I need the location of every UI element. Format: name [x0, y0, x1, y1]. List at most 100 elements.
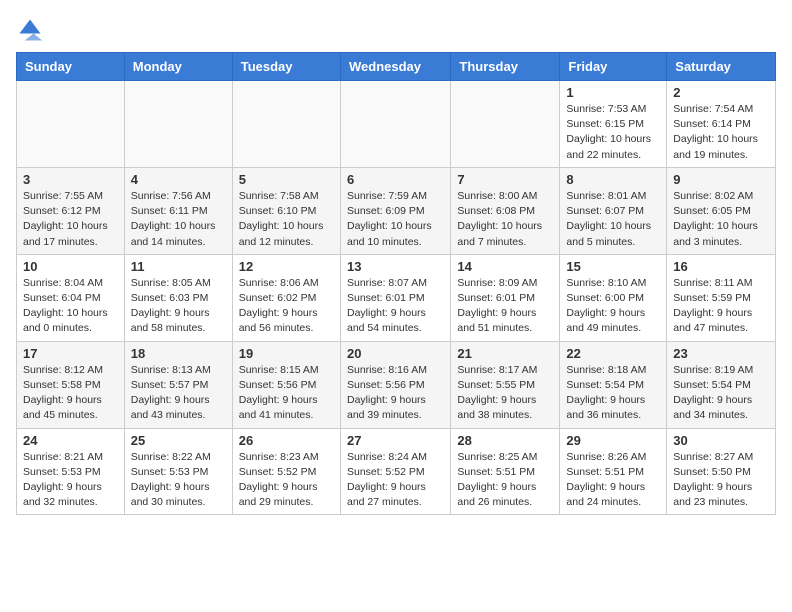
- logo-icon: [16, 16, 44, 44]
- day-number: 30: [673, 433, 769, 448]
- day-info: Sunrise: 7:54 AM Sunset: 6:14 PM Dayligh…: [673, 102, 769, 163]
- calendar-cell: 9 Sunrise: 8:02 AM Sunset: 6:05 PM Daylig…: [667, 167, 776, 254]
- day-number: 22: [566, 346, 660, 361]
- day-number: 23: [673, 346, 769, 361]
- calendar-cell: 18Sunrise: 8:13 AM Sunset: 5:57 PM Dayli…: [124, 341, 232, 428]
- day-number: 3: [23, 172, 118, 187]
- weekday-header-thursday: Thursday: [451, 53, 560, 81]
- day-number: 16: [673, 259, 769, 274]
- logo: [16, 16, 48, 44]
- day-number: 18: [131, 346, 226, 361]
- calendar-week-row: 17 Sunrise: 8:12 AM Sunset: 5:58 PM Dayli…: [17, 341, 776, 428]
- calendar-cell: 20 Sunrise: 8:16 AM Sunset: 5:56 PM Dayli…: [340, 341, 450, 428]
- calendar-cell: 23 Sunrise: 8:19 AM Sunset: 5:54 PM Dayli…: [667, 341, 776, 428]
- day-info: Sunrise: 8:18 AM Sunset: 5:54 PM Dayligh…: [566, 363, 660, 424]
- day-info: Sunrise: 8:15 AM Sunset: 5:56 PM Dayligh…: [239, 363, 334, 424]
- day-info: Sunrise: 8:22 AM Sunset: 5:53 PM Dayligh…: [131, 450, 226, 511]
- day-number: 19: [239, 346, 334, 361]
- weekday-header-monday: Monday: [124, 53, 232, 81]
- day-number: 25: [131, 433, 226, 448]
- day-info: Sunrise: 8:12 AM Sunset: 5:58 PM Dayligh…: [23, 363, 118, 424]
- calendar-cell: 1 Sunrise: 7:53 AM Sunset: 6:15 PM Daylig…: [560, 81, 667, 168]
- day-info: Sunrise: 8:01 AM Sunset: 6:07 PM Dayligh…: [566, 189, 660, 250]
- day-info: Sunrise: 7:53 AM Sunset: 6:15 PM Dayligh…: [566, 102, 660, 163]
- day-info: Sunrise: 8:21 AM Sunset: 5:53 PM Dayligh…: [23, 450, 118, 511]
- day-info: Sunrise: 8:17 AM Sunset: 5:55 PM Dayligh…: [457, 363, 553, 424]
- weekday-header-row: SundayMondayTuesdayWednesdayThursdayFrid…: [17, 53, 776, 81]
- calendar-cell: 12Sunrise: 8:06 AM Sunset: 6:02 PM Dayli…: [232, 254, 340, 341]
- day-info: Sunrise: 7:58 AM Sunset: 6:10 PM Dayligh…: [239, 189, 334, 250]
- day-info: Sunrise: 8:23 AM Sunset: 5:52 PM Dayligh…: [239, 450, 334, 511]
- calendar-cell: 19 Sunrise: 8:15 AM Sunset: 5:56 PM Dayli…: [232, 341, 340, 428]
- calendar-cell: 15 Sunrise: 8:10 AM Sunset: 6:00 PM Dayli…: [560, 254, 667, 341]
- calendar-cell: 8 Sunrise: 8:01 AM Sunset: 6:07 PM Daylig…: [560, 167, 667, 254]
- calendar-cell: 10 Sunrise: 8:04 AM Sunset: 6:04 PM Dayli…: [17, 254, 125, 341]
- calendar-cell: 6 Sunrise: 7:59 AM Sunset: 6:09 PM Daylig…: [340, 167, 450, 254]
- day-number: 9: [673, 172, 769, 187]
- day-number: 11: [131, 259, 226, 274]
- day-number: 24: [23, 433, 118, 448]
- weekday-header-saturday: Saturday: [667, 53, 776, 81]
- day-number: 21: [457, 346, 553, 361]
- day-info: Sunrise: 8:06 AM Sunset: 6:02 PM Dayligh…: [239, 276, 334, 337]
- calendar-cell: 21 Sunrise: 8:17 AM Sunset: 5:55 PM Dayli…: [451, 341, 560, 428]
- day-number: 1: [566, 85, 660, 100]
- day-info: Sunrise: 8:07 AM Sunset: 6:01 PM Dayligh…: [347, 276, 444, 337]
- day-number: 4: [131, 172, 226, 187]
- day-number: 15: [566, 259, 660, 274]
- calendar-week-row: 10 Sunrise: 8:04 AM Sunset: 6:04 PM Dayli…: [17, 254, 776, 341]
- day-number: 29: [566, 433, 660, 448]
- day-info: Sunrise: 7:56 AM Sunset: 6:11 PM Dayligh…: [131, 189, 226, 250]
- day-number: 20: [347, 346, 444, 361]
- weekday-header-wednesday: Wednesday: [340, 53, 450, 81]
- day-number: 14: [457, 259, 553, 274]
- day-info: Sunrise: 8:02 AM Sunset: 6:05 PM Dayligh…: [673, 189, 769, 250]
- calendar-week-row: 24 Sunrise: 8:21 AM Sunset: 5:53 PM Dayli…: [17, 428, 776, 515]
- weekday-header-friday: Friday: [560, 53, 667, 81]
- calendar-week-row: 3 Sunrise: 7:55 AM Sunset: 6:12 PM Daylig…: [17, 167, 776, 254]
- calendar-cell: 30 Sunrise: 8:27 AM Sunset: 5:50 PM Dayli…: [667, 428, 776, 515]
- day-info: Sunrise: 7:55 AM Sunset: 6:12 PM Dayligh…: [23, 189, 118, 250]
- calendar-cell: 29 Sunrise: 8:26 AM Sunset: 5:51 PM Dayli…: [560, 428, 667, 515]
- day-info: Sunrise: 8:27 AM Sunset: 5:50 PM Dayligh…: [673, 450, 769, 511]
- day-info: Sunrise: 8:25 AM Sunset: 5:51 PM Dayligh…: [457, 450, 553, 511]
- day-info: Sunrise: 8:26 AM Sunset: 5:51 PM Dayligh…: [566, 450, 660, 511]
- day-number: 6: [347, 172, 444, 187]
- day-info: Sunrise: 8:04 AM Sunset: 6:04 PM Dayligh…: [23, 276, 118, 337]
- calendar-cell: 3 Sunrise: 7:55 AM Sunset: 6:12 PM Daylig…: [17, 167, 125, 254]
- day-number: 17: [23, 346, 118, 361]
- calendar-cell: 24 Sunrise: 8:21 AM Sunset: 5:53 PM Dayli…: [17, 428, 125, 515]
- calendar-cell: 4 Sunrise: 7:56 AM Sunset: 6:11 PM Daylig…: [124, 167, 232, 254]
- day-info: Sunrise: 8:16 AM Sunset: 5:56 PM Dayligh…: [347, 363, 444, 424]
- day-number: 26: [239, 433, 334, 448]
- calendar-cell: 27Sunrise: 8:24 AM Sunset: 5:52 PM Dayli…: [340, 428, 450, 515]
- calendar-cell: 22 Sunrise: 8:18 AM Sunset: 5:54 PM Dayli…: [560, 341, 667, 428]
- day-info: Sunrise: 8:09 AM Sunset: 6:01 PM Dayligh…: [457, 276, 553, 337]
- calendar-cell: [17, 81, 125, 168]
- calendar-cell: 2Sunrise: 7:54 AM Sunset: 6:14 PM Daylig…: [667, 81, 776, 168]
- calendar-cell: [451, 81, 560, 168]
- day-number: 10: [23, 259, 118, 274]
- calendar-cell: 14 Sunrise: 8:09 AM Sunset: 6:01 PM Dayli…: [451, 254, 560, 341]
- page-header: [16, 16, 776, 44]
- day-number: 13: [347, 259, 444, 274]
- day-number: 27: [347, 433, 444, 448]
- calendar-cell: 5 Sunrise: 7:58 AM Sunset: 6:10 PM Daylig…: [232, 167, 340, 254]
- day-info: Sunrise: 8:05 AM Sunset: 6:03 PM Dayligh…: [131, 276, 226, 337]
- day-info: Sunrise: 7:59 AM Sunset: 6:09 PM Dayligh…: [347, 189, 444, 250]
- day-number: 8: [566, 172, 660, 187]
- calendar-cell: 25 Sunrise: 8:22 AM Sunset: 5:53 PM Dayli…: [124, 428, 232, 515]
- day-info: Sunrise: 8:19 AM Sunset: 5:54 PM Dayligh…: [673, 363, 769, 424]
- calendar-cell: [124, 81, 232, 168]
- weekday-header-sunday: Sunday: [17, 53, 125, 81]
- calendar-cell: 13 Sunrise: 8:07 AM Sunset: 6:01 PM Dayli…: [340, 254, 450, 341]
- day-info: Sunrise: 8:00 AM Sunset: 6:08 PM Dayligh…: [457, 189, 553, 250]
- day-info: Sunrise: 8:10 AM Sunset: 6:00 PM Dayligh…: [566, 276, 660, 337]
- calendar-table: SundayMondayTuesdayWednesdayThursdayFrid…: [16, 52, 776, 515]
- day-number: 5: [239, 172, 334, 187]
- calendar-cell: 17 Sunrise: 8:12 AM Sunset: 5:58 PM Dayli…: [17, 341, 125, 428]
- calendar-cell: 26 Sunrise: 8:23 AM Sunset: 5:52 PM Dayli…: [232, 428, 340, 515]
- day-number: 7: [457, 172, 553, 187]
- weekday-header-tuesday: Tuesday: [232, 53, 340, 81]
- calendar-cell: 16Sunrise: 8:11 AM Sunset: 5:59 PM Dayli…: [667, 254, 776, 341]
